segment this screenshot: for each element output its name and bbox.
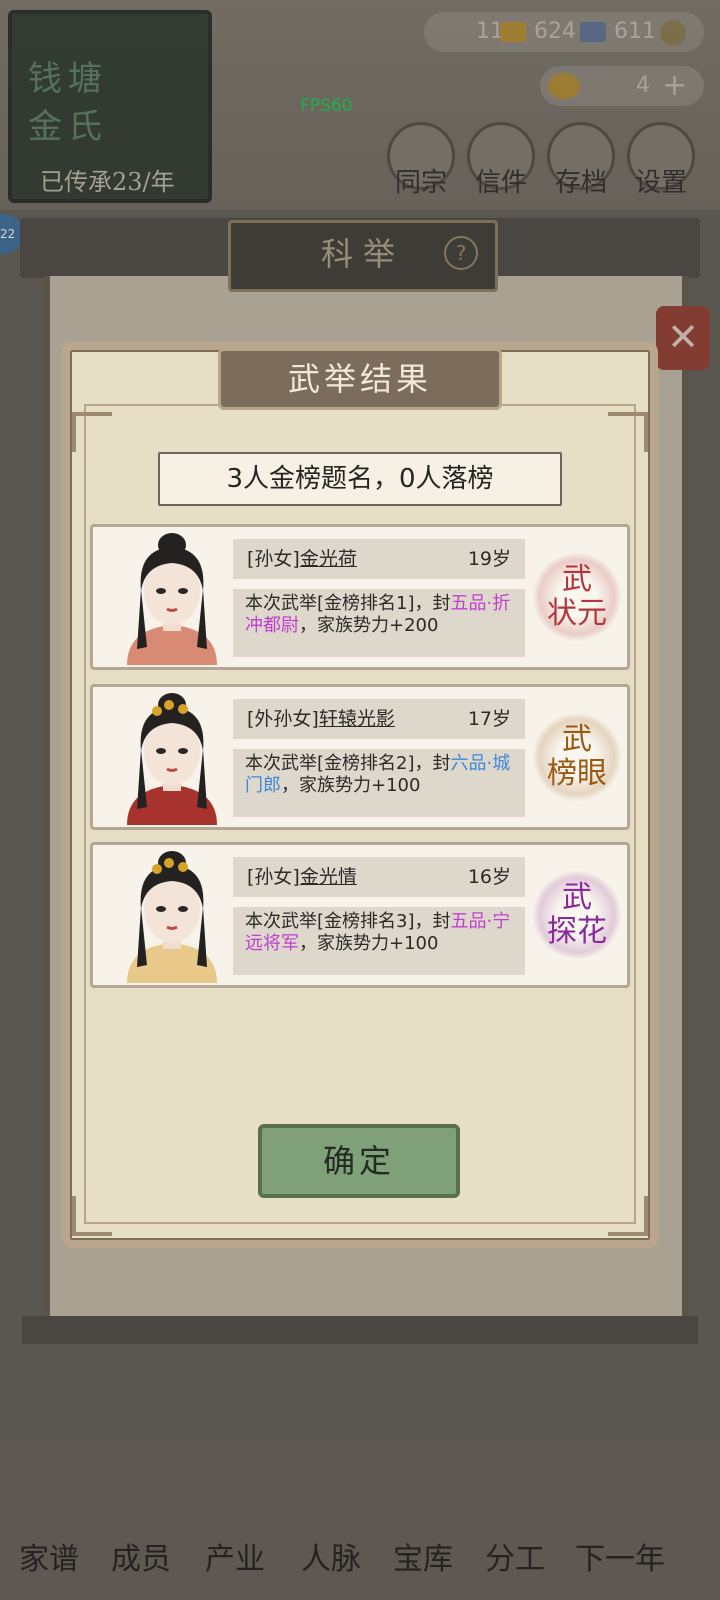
result-bonus: ，家族势力+100 xyxy=(299,933,439,954)
result-description: 本次武举[金榜排名2]，封六品·城门郎，家族势力+100 xyxy=(233,749,525,817)
member-name-row: [孙女]金光荷 19岁 xyxy=(233,539,525,579)
member-name-row: [外孙女]轩辕光影 17岁 xyxy=(233,699,525,739)
result-card[interactable]: [外孙女]轩辕光影 17岁 本次武举[金榜排名2]，封六品·城门郎，家族势力+1… xyxy=(90,684,630,830)
confirm-button[interactable]: 确定 xyxy=(258,1124,460,1198)
dialog-title: 武举结果 xyxy=(218,348,502,410)
result-description: 本次武举[金榜排名3]，封五品·宁远将军，家族势力+100 xyxy=(233,907,525,975)
result-text: 本次武举[金榜排名2]，封 xyxy=(245,753,451,774)
member-name[interactable]: 金光情 xyxy=(300,866,357,888)
result-summary: 3人金榜题名，0人落榜 xyxy=(158,452,562,506)
member-name[interactable]: 金光荷 xyxy=(300,548,357,570)
member-age: 17岁 xyxy=(467,708,511,730)
portrait-avatar xyxy=(127,693,217,825)
result-card[interactable]: [孙女]金光荷 19岁 本次武举[金榜排名1]，封五品·折冲都尉，家族势力+20… xyxy=(90,524,630,670)
portrait-avatar xyxy=(127,851,217,983)
stamp-top: 武 xyxy=(562,880,592,915)
member-relation: [孙女] xyxy=(247,548,300,570)
member-age: 16岁 xyxy=(467,866,511,888)
corner-ornament xyxy=(72,412,112,452)
portrait-avatar xyxy=(127,533,217,665)
stamp-bottom: 探花 xyxy=(547,914,607,949)
result-text: 本次武举[金榜排名3]，封 xyxy=(245,911,451,932)
member-age: 19岁 xyxy=(467,548,511,570)
result-description: 本次武举[金榜排名1]，封五品·折冲都尉，家族势力+200 xyxy=(233,589,525,657)
stamp-bottom: 榜眼 xyxy=(547,756,607,791)
member-name-row: [孙女]金光情 16岁 xyxy=(233,857,525,897)
member-relation: [孙女] xyxy=(247,866,300,888)
member-relation: [外孙女] xyxy=(247,708,319,730)
stamp-top: 武 xyxy=(562,722,592,757)
result-card[interactable]: [孙女]金光情 16岁 本次武举[金榜排名3]，封五品·宁远将军，家族势力+10… xyxy=(90,842,630,988)
rank-stamp: 武 探花 xyxy=(533,871,621,959)
result-text: 本次武举[金榜排名1]，封 xyxy=(245,593,451,614)
stamp-top: 武 xyxy=(562,562,592,597)
corner-ornament xyxy=(608,1196,648,1236)
rank-stamp: 武 榜眼 xyxy=(533,713,621,801)
corner-ornament xyxy=(608,412,648,452)
result-bonus: ，家族势力+100 xyxy=(281,775,421,796)
result-bonus: ，家族势力+200 xyxy=(299,615,439,636)
rank-stamp: 武 状元 xyxy=(533,553,621,641)
member-name[interactable]: 轩辕光影 xyxy=(319,708,395,730)
corner-ornament xyxy=(72,1196,112,1236)
stamp-bottom: 状元 xyxy=(547,596,607,631)
